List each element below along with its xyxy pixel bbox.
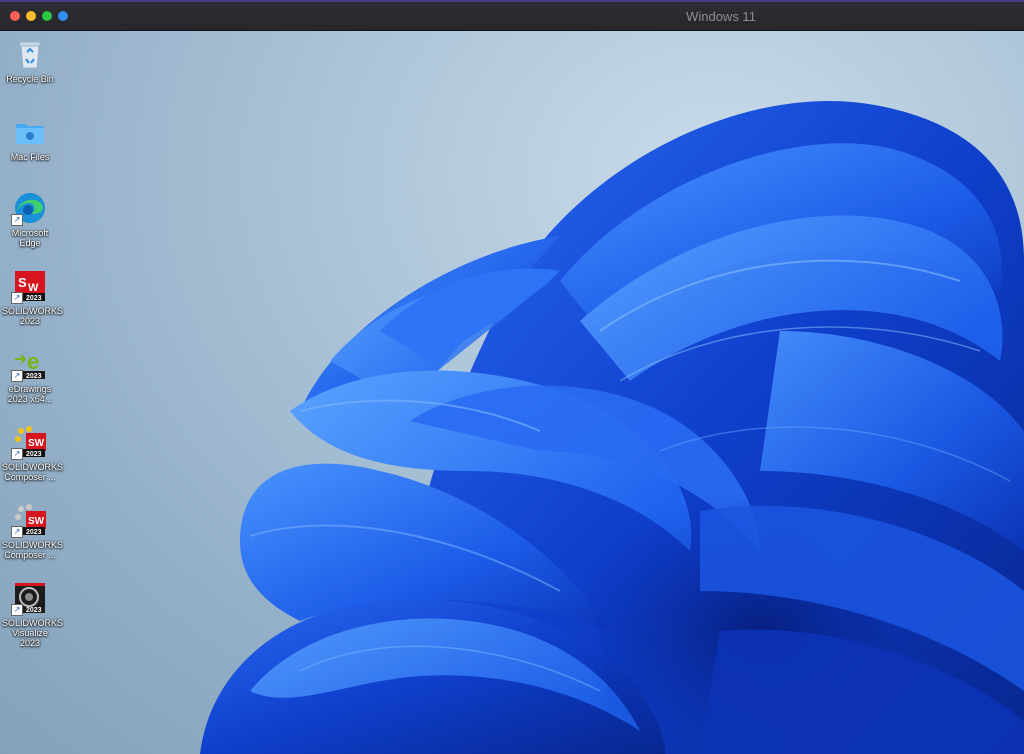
minimize-button[interactable]	[26, 11, 36, 21]
desktop-icon-solidworks[interactable]: S W 2023 ↗ SOLIDWORKS 2023	[2, 269, 64, 326]
icon-label: Recycle Bin	[6, 74, 54, 84]
desktop-icon-solidworks-visualize[interactable]: 2023 ↗ SOLIDWORKS Visualize 2023	[2, 581, 64, 648]
desktop[interactable]: Recycle Bin Mac Files ↗ Microsoft Edge S…	[0, 31, 1024, 754]
edrawings-icon: e 2023 ↗	[11, 347, 47, 382]
shortcut-arrow-icon: ↗	[11, 292, 23, 304]
shortcut-arrow-icon: ↗	[11, 448, 23, 460]
svg-text:2023: 2023	[26, 529, 42, 536]
desktop-icon-edrawings[interactable]: e 2023 ↗ eDrawings 2023 x64...	[2, 347, 58, 404]
edge-icon: ↗	[11, 191, 47, 226]
zoom-button[interactable]	[42, 11, 52, 21]
shortcut-arrow-icon: ↗	[11, 604, 23, 616]
icon-label: eDrawings 2023 x64...	[7, 384, 53, 404]
desktop-icon-solidworks-composer-player[interactable]: SW 2023 ↗ SOLIDWORKS Composer ...	[2, 503, 64, 560]
svg-text:2023: 2023	[26, 607, 42, 614]
icon-label: SOLIDWORKS 2023	[2, 306, 64, 326]
svg-text:2023: 2023	[26, 373, 42, 380]
icon-label: SOLIDWORKS Composer ...	[2, 462, 64, 482]
window-titlebar: Windows 11	[0, 0, 1024, 31]
close-button[interactable]	[10, 11, 20, 21]
desktop-icon-solidworks-composer[interactable]: SW 2023 ↗ SOLIDWORKS Composer ...	[2, 425, 64, 482]
desktop-icon-mac-files[interactable]: Mac Files	[2, 115, 58, 162]
svg-text:2023: 2023	[26, 451, 42, 458]
icon-label: Microsoft Edge	[11, 228, 49, 248]
solidworks-composer-player-icon: SW 2023 ↗	[11, 503, 47, 538]
mac-folder-icon	[13, 115, 47, 149]
desktop-icon-recycle-bin[interactable]: Recycle Bin	[2, 37, 58, 84]
recycle-bin-icon	[13, 37, 47, 71]
solidworks-composer-icon: SW 2023 ↗	[11, 425, 47, 460]
svg-text:W: W	[28, 282, 39, 294]
shortcut-arrow-icon: ↗	[11, 526, 23, 538]
svg-text:e: e	[27, 349, 39, 374]
solidworks-visualize-icon: 2023 ↗	[11, 581, 47, 616]
icon-label: SOLIDWORKS Composer ...	[2, 540, 64, 560]
icon-label: Mac Files	[10, 152, 50, 162]
svg-text:SW: SW	[28, 438, 45, 449]
desktop-icon-microsoft-edge[interactable]: ↗ Microsoft Edge	[2, 191, 58, 248]
shortcut-arrow-icon: ↗	[11, 214, 23, 226]
solidworks-icon: S W 2023 ↗	[11, 269, 47, 304]
svg-text:2023: 2023	[26, 295, 42, 302]
window-title: Windows 11	[686, 9, 756, 24]
extra-button[interactable]	[58, 11, 68, 21]
wallpaper-bloom	[200, 100, 1024, 754]
shortcut-arrow-icon: ↗	[11, 370, 23, 382]
svg-text:SW: SW	[28, 516, 45, 527]
icon-label: SOLIDWORKS Visualize 2023	[2, 618, 64, 648]
svg-text:S: S	[18, 275, 27, 290]
